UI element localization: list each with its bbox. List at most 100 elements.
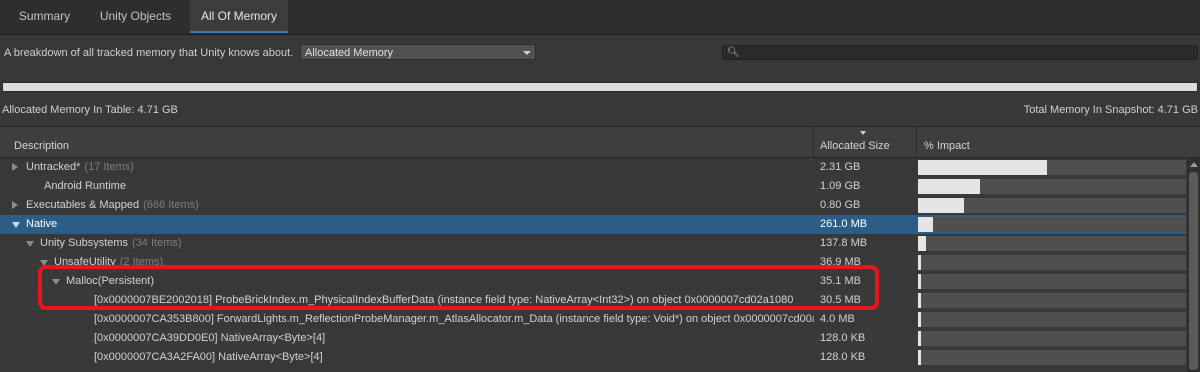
row-label-text: Executables & Mapped: [26, 199, 140, 211]
row-label-text: Native: [26, 218, 58, 230]
row-allocated-size: 128.0 KB: [820, 332, 866, 344]
row-label-text: Untracked*: [26, 161, 81, 173]
row-item-count: (17 Items): [84, 161, 134, 173]
row-allocated-size: 137.8 MB: [820, 237, 868, 249]
tab-bar: Summary Unity Objects All Of Memory: [0, 0, 1200, 35]
scroll-up-icon[interactable]: [1190, 162, 1198, 167]
table-row[interactable]: Malloc(Persistent) 35.1 MB: [0, 272, 1186, 291]
chevron-down-icon: [523, 51, 531, 55]
impact-bar: [918, 312, 1186, 327]
impact-bar: [918, 217, 1186, 232]
table-row[interactable]: [0x0000007BE2002018] ProbeBrickIndex.m_P…: [0, 291, 1186, 310]
collapsed-arrow-icon[interactable]: [12, 163, 18, 171]
tab-summary[interactable]: Summary: [0, 0, 89, 33]
expanded-arrow-icon[interactable]: [26, 241, 34, 247]
impact-bar: [918, 274, 1186, 289]
vertical-scrollbar[interactable]: [1187, 158, 1200, 372]
tab-unity-objects[interactable]: Unity Objects: [89, 0, 182, 33]
row-label: UnsafeUtility (2 Items): [54, 253, 163, 272]
impact-bar: [918, 331, 1186, 346]
row-description: Native: [0, 215, 814, 234]
row-allocated-size: 36.9 MB: [820, 256, 861, 268]
impact-bar-fill: [918, 293, 921, 308]
table-row[interactable]: UnsafeUtility (2 Items) 36.9 MB: [0, 253, 1186, 272]
table-row[interactable]: Executables & Mapped (666 Items) 0.80 GB: [0, 196, 1186, 215]
row-label-text: [0x0000007CA39DD0E0] NativeArray<Byte>[4…: [94, 332, 326, 344]
collapsed-arrow-icon[interactable]: [12, 201, 18, 209]
tab-all-of-memory[interactable]: All Of Memory: [190, 0, 288, 33]
expanded-arrow-icon[interactable]: [40, 260, 48, 266]
row-description: Android Runtime: [0, 177, 814, 196]
memory-usage-bar: [2, 82, 1198, 92]
table-row[interactable]: [0x0000007CA353B800] ForwardLights.m_Ref…: [0, 310, 1186, 329]
row-description: [0x0000007CA39DD0E0] NativeArray<Byte>[4…: [0, 329, 814, 348]
impact-bar: [918, 293, 1186, 308]
row-label-text: [0x0000007CA3A2FA00] NativeArray<Byte>[4…: [94, 351, 323, 363]
view-mode-dropdown[interactable]: Allocated Memory: [300, 44, 536, 60]
sort-descending-icon: [860, 131, 866, 135]
row-description: [0x0000007BE2002018] ProbeBrickIndex.m_P…: [0, 291, 814, 310]
impact-bar-fill: [918, 236, 926, 251]
row-description: Unity Subsystems (34 Items): [0, 234, 814, 253]
row-description: [0x0000007CA353B800] ForwardLights.m_Ref…: [0, 310, 814, 329]
row-allocated-size: 35.1 MB: [820, 275, 861, 287]
impact-bar: [918, 198, 1186, 213]
row-item-count: (34 Items): [132, 237, 182, 249]
column-description[interactable]: Description: [8, 127, 814, 157]
impact-bar-fill: [918, 198, 964, 213]
allocated-memory-in-table: Allocated Memory In Table: 4.71 GB: [2, 104, 178, 116]
row-label: [0x0000007CA3A2FA00] NativeArray<Byte>[4…: [94, 348, 323, 367]
impact-bar-fill: [918, 331, 921, 346]
scrollbar-thumb[interactable]: [1189, 172, 1198, 370]
expanded-arrow-icon[interactable]: [52, 279, 60, 285]
total-memory-in-snapshot: Total Memory In Snapshot: 4.71 GB: [1023, 104, 1198, 116]
row-item-count: (2 Items): [119, 256, 164, 268]
memory-table: Description Allocated Size % Impact Untr…: [0, 126, 1200, 372]
row-description: UnsafeUtility (2 Items): [0, 253, 814, 272]
row-label: Android Runtime: [44, 177, 126, 196]
impact-bar-fill: [918, 217, 933, 232]
impact-bar: [918, 255, 1186, 270]
table-row[interactable]: Android Runtime 1.09 GB: [0, 177, 1186, 196]
row-description: Executables & Mapped (666 Items): [0, 196, 814, 215]
impact-bar: [918, 236, 1186, 251]
row-allocated-size: 4.0 MB: [820, 313, 855, 325]
row-label: [0x0000007BE2002018] ProbeBrickIndex.m_P…: [94, 291, 793, 310]
table-row[interactable]: Native 261.0 MB: [0, 215, 1186, 234]
impact-bar-fill: [918, 160, 1047, 175]
row-label: Untracked* (17 Items): [26, 158, 134, 177]
row-label: [0x0000007CA39DD0E0] NativeArray<Byte>[4…: [94, 329, 325, 348]
row-description: Malloc(Persistent): [0, 272, 814, 291]
row-label: Unity Subsystems (34 Items): [40, 234, 182, 253]
column-impact[interactable]: % Impact: [918, 127, 1186, 157]
table-row[interactable]: [0x0000007CA3A2FA00] NativeArray<Byte>[4…: [0, 348, 1186, 367]
impact-bar: [918, 179, 1186, 194]
row-item-count: (666 Items): [143, 199, 199, 211]
row-allocated-size: 30.5 MB: [820, 294, 861, 306]
row-label: [0x0000007CA353B800] ForwardLights.m_Ref…: [94, 310, 814, 329]
impact-bar-fill: [918, 312, 921, 327]
toolbar: A breakdown of all tracked memory that U…: [0, 35, 1200, 71]
expanded-arrow-icon[interactable]: [12, 222, 20, 228]
impact-bar: [918, 160, 1186, 175]
impact-bar-fill: [918, 179, 980, 194]
view-mode-value: Allocated Memory: [305, 47, 394, 59]
impact-bar: [918, 350, 1186, 365]
table-row[interactable]: Unity Subsystems (34 Items) 137.8 MB: [0, 234, 1186, 253]
row-label: Malloc(Persistent): [66, 272, 154, 291]
row-label-text: Android Runtime: [44, 180, 126, 192]
row-label-text: [0x0000007BE2002018] ProbeBrickIndex.m_P…: [94, 294, 794, 306]
row-description: Untracked* (17 Items): [0, 158, 814, 177]
row-label-text: Unity Subsystems: [40, 237, 129, 249]
row-allocated-size: 0.80 GB: [820, 199, 861, 211]
table-row[interactable]: Untracked* (17 Items) 2.31 GB: [0, 158, 1186, 177]
row-label-text: [0x0000007CA353B800] ForwardLights.m_Ref…: [94, 313, 814, 325]
row-label-text: Malloc(Persistent): [66, 275, 155, 287]
search-input[interactable]: 🔍︎: [722, 45, 1198, 60]
row-label: Native: [26, 215, 57, 234]
row-allocated-size: 128.0 KB: [820, 351, 866, 363]
search-icon: 🔍︎: [727, 47, 740, 58]
row-description: [0x0000007CA3A2FA00] NativeArray<Byte>[4…: [0, 348, 814, 367]
table-row[interactable]: [0x0000007CA39DD0E0] NativeArray<Byte>[4…: [0, 329, 1186, 348]
row-allocated-size: 1.09 GB: [820, 180, 861, 192]
